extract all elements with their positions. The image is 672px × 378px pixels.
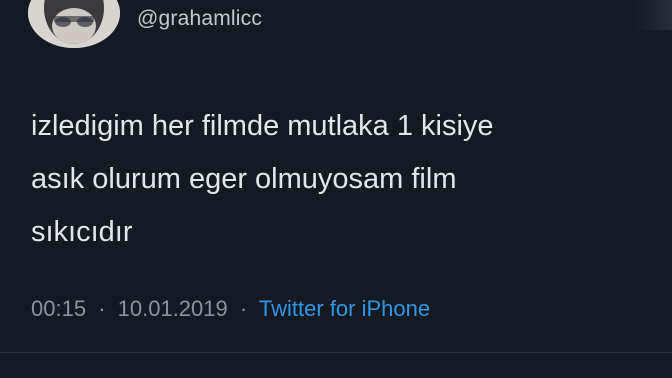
actions-bar: [0, 353, 672, 378]
tweet-text: izledigim her filmde mutlaka 1 kisiye as…: [31, 100, 641, 259]
avatar-image: [28, 0, 120, 48]
tweet-text-line: izledigim her filmde mutlaka 1 kisiye: [31, 110, 494, 142]
tweet-source-link[interactable]: Twitter for iPhone: [259, 296, 430, 321]
tweet-time: 00:15: [31, 296, 87, 321]
meta-separator: ·: [239, 296, 248, 321]
tweet-date[interactable]: 10.01.2019: [118, 296, 228, 321]
meta-separator: ·: [98, 296, 106, 321]
corner-shade: [632, 0, 672, 30]
tweet-text-line: sıkıcıdır: [31, 216, 133, 248]
avatar[interactable]: [28, 0, 120, 48]
user-handle[interactable]: @grahamlicc: [137, 7, 262, 31]
tweet-card: @grahamlicc izledigim her filmde mutlaka…: [0, 0, 672, 378]
tweet-meta: 00:15 · 10.01.2019 · Twitter for iPhone: [31, 296, 430, 322]
tweet-text-line: asık olurum eger olmuyosam film: [31, 163, 457, 195]
